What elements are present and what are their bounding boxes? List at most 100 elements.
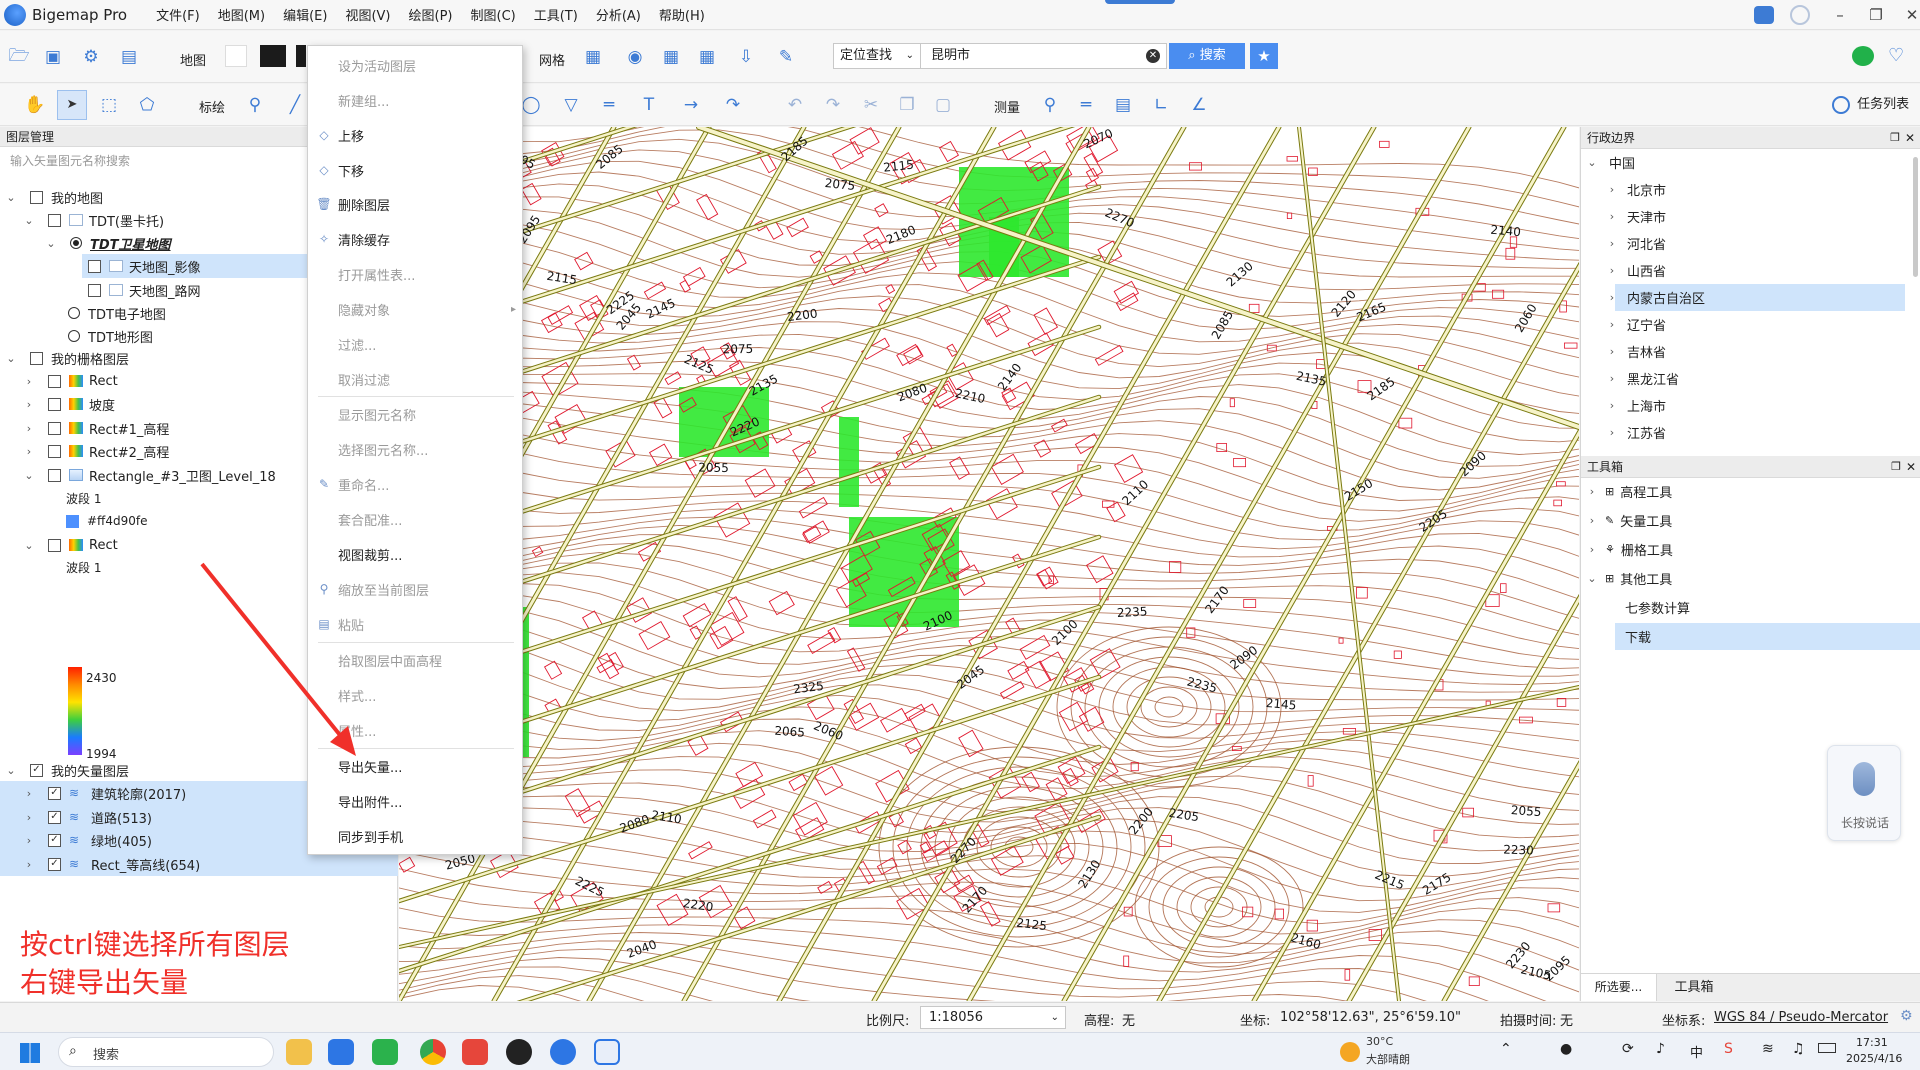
app-loop-icon[interactable] (594, 1039, 620, 1065)
menu-edit[interactable]: 编辑(E) (274, 5, 336, 24)
chevron-right-icon[interactable]: › (1605, 372, 1619, 385)
menu-draw[interactable]: 绘图(P) (400, 5, 462, 24)
sync-tray-icon[interactable]: ⟳ (1622, 1041, 1634, 1057)
tab-selected-items[interactable]: 所选要... (1581, 974, 1657, 1001)
measure-point-icon[interactable]: ⚲ (1037, 92, 1063, 118)
maximize-button[interactable]: ❐ (1858, 0, 1894, 30)
tool-vector[interactable]: › ✎ 矢量工具 (1581, 507, 1920, 534)
map-svg[interactable]: 2045206020502065207020802085205520902075… (399, 127, 1579, 1001)
image-icon[interactable]: ▤ (116, 44, 142, 70)
menu-map[interactable]: 地图(M) (209, 5, 274, 24)
tool-other[interactable]: ⌄ ⊞ 其他工具 (1581, 565, 1920, 592)
search-mode-select[interactable]: 定位查找 ⌄ (833, 43, 921, 69)
chevron-right-icon[interactable]: › (22, 834, 36, 847)
radio-button[interactable] (68, 307, 80, 319)
checkbox-checked[interactable]: ✓ (48, 833, 61, 847)
menu-clear-cache[interactable]: ✧ 清除缓存 (308, 225, 522, 253)
file-explorer-icon[interactable] (286, 1039, 312, 1065)
chevron-right-icon[interactable]: › (22, 422, 36, 435)
checkbox[interactable] (88, 283, 101, 297)
float-panel-icon[interactable]: ❐ (1890, 127, 1900, 149)
admin-item-tianjin[interactable]: › 天津市 (1581, 203, 1920, 230)
admin-item-liaoning[interactable]: › 辽宁省 (1581, 311, 1920, 338)
chevron-right-icon[interactable]: › (1605, 264, 1619, 277)
measure-angle-icon[interactable]: ∠ (1186, 92, 1212, 118)
chevron-down-icon[interactable]: ⌄ (22, 469, 36, 482)
admin-item-hebei[interactable]: › 河北省 (1581, 230, 1920, 257)
admin-item-jiangsu[interactable]: › 江苏省 (1581, 419, 1920, 446)
chevron-right-icon[interactable]: › (22, 398, 36, 411)
chevron-down-icon[interactable]: ⌄ (4, 352, 18, 365)
menu-analysis[interactable]: 分析(A) (587, 5, 650, 24)
menu-show-feature-name[interactable]: 显示图元名称 (308, 400, 522, 428)
wechat-taskbar-icon[interactable] (372, 1039, 398, 1065)
menu-new-group[interactable]: 新建组... (308, 86, 522, 114)
chevron-right-icon[interactable]: › (22, 858, 36, 871)
line-width-icon[interactable]: ═ (596, 92, 622, 118)
import-icon[interactable]: ⇩ (733, 44, 759, 70)
location-search-input[interactable]: 昆明市 ✕ (921, 43, 1167, 69)
menu-cancel-filter[interactable]: 取消过滤 (308, 365, 522, 393)
menu-tools[interactable]: 工具(T) (525, 5, 587, 24)
menu-view[interactable]: 视图(V) (336, 5, 399, 24)
chat-icon[interactable] (1754, 6, 1774, 24)
tool-download[interactable]: 下载 (1615, 623, 1920, 650)
chevron-right-icon[interactable]: › (1605, 291, 1619, 304)
globe-icon[interactable]: ◉ (622, 44, 648, 70)
settings-gear-icon[interactable]: ⚙ (1900, 1008, 1913, 1024)
measure-height-icon[interactable]: ∟ (1148, 92, 1174, 118)
radio-selected[interactable] (70, 237, 82, 249)
chevron-down-icon[interactable]: ⌄ (1585, 572, 1599, 585)
checkbox[interactable] (30, 351, 43, 365)
tile-grid-2-icon[interactable]: ▦ (694, 44, 720, 70)
close-panel-icon[interactable]: ✕ (1906, 456, 1916, 478)
app-u-icon[interactable] (328, 1039, 354, 1065)
menu-filter[interactable]: 过滤... (308, 330, 522, 358)
chevron-right-icon[interactable]: › (1585, 485, 1599, 498)
triangle-draw-icon[interactable]: ▽ (558, 92, 584, 118)
menu-delete-layer[interactable]: 🗑 删除图层 (308, 190, 522, 218)
ime-indicator[interactable]: 中 (1690, 1042, 1703, 1061)
checkbox-checked[interactable]: ✓ (48, 810, 61, 824)
voice-widget[interactable]: 长按说话 (1827, 745, 1901, 841)
admin-item-heilongjiang[interactable]: › 黑龙江省 (1581, 365, 1920, 392)
chevron-down-icon[interactable]: ⌄ (44, 237, 58, 250)
chevron-down-icon[interactable]: ⌄ (1585, 156, 1599, 169)
brush-icon[interactable]: ✎ (773, 44, 799, 70)
polyline-icon[interactable]: ╱ (282, 92, 308, 118)
copy-icon[interactable]: ❐ (894, 92, 920, 118)
record-icon[interactable] (506, 1039, 532, 1065)
menu-help[interactable]: 帮助(H) (650, 5, 714, 24)
grid-icon[interactable]: ▦ (580, 44, 606, 70)
chevron-down-icon[interactable]: ⌄ (22, 214, 36, 227)
pan-hand-icon[interactable]: ✋ (22, 92, 48, 118)
text-tool-icon[interactable]: T (636, 92, 662, 118)
admin-scrollbar[interactable] (1913, 157, 1918, 277)
admin-root-china[interactable]: ⌄ 中国 (1581, 149, 1920, 176)
cut-icon[interactable]: ✂ (858, 92, 884, 118)
menu-cartography[interactable]: 制图(C) (462, 5, 525, 24)
checkbox-checked[interactable]: ✓ (48, 786, 61, 800)
chevron-down-icon[interactable]: ⌄ (4, 764, 18, 777)
wps-icon[interactable] (462, 1039, 488, 1065)
marker-pin-icon[interactable]: ⚲ (242, 92, 268, 118)
map-canvas[interactable]: 2045206020502065207020802085205520902075… (399, 127, 1579, 1001)
chevron-right-icon[interactable]: › (1605, 318, 1619, 331)
menu-file[interactable]: 文件(F) (147, 5, 209, 24)
favorite-star-button[interactable]: ★ (1250, 43, 1278, 69)
paste-icon[interactable]: ▢ (930, 92, 956, 118)
bigemap-taskbar-icon[interactable] (550, 1039, 576, 1065)
menu-rename[interactable]: ✎ 重命名... (308, 470, 522, 498)
chevron-right-icon[interactable]: › (22, 375, 36, 388)
arrow-draw-icon[interactable]: → (678, 92, 704, 118)
chevron-right-icon[interactable]: › (22, 811, 36, 824)
scale-select[interactable]: 1:18056 ⌄ (920, 1006, 1066, 1029)
chevron-right-icon[interactable]: › (1605, 183, 1619, 196)
chevron-right-icon[interactable]: › (1585, 514, 1599, 527)
admin-item-inner-mongolia[interactable]: › 内蒙古自治区 (1610, 284, 1905, 311)
tile-grid-icon[interactable]: ▦ (658, 44, 684, 70)
save-icon[interactable]: ▣ (40, 44, 66, 70)
search-button[interactable]: ⌕ 搜索 (1169, 43, 1245, 69)
chevron-right-icon[interactable]: › (22, 445, 36, 458)
admin-item-jilin[interactable]: › 吉林省 (1581, 338, 1920, 365)
